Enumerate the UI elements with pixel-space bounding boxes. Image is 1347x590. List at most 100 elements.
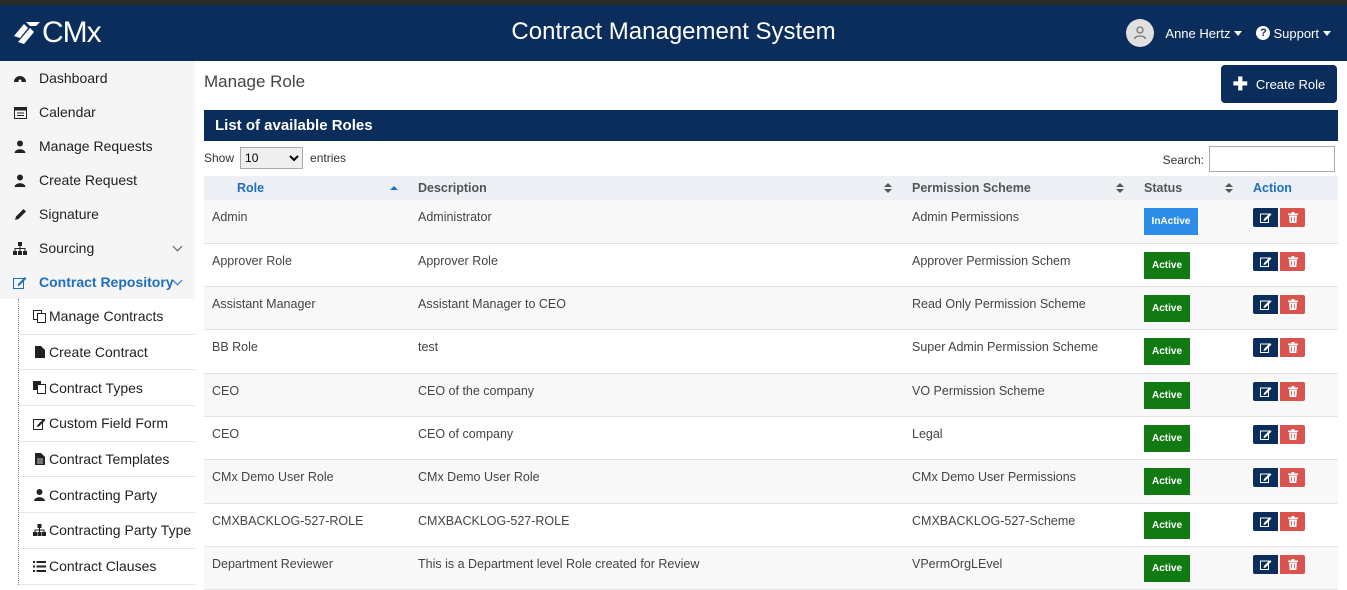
status-badge[interactable]: Active bbox=[1144, 295, 1190, 323]
edit-button[interactable] bbox=[1253, 424, 1278, 444]
row-actions bbox=[1253, 251, 1338, 271]
sidebar-item-dashboard[interactable]: Dashboard bbox=[0, 61, 195, 95]
search-control: Search: bbox=[1163, 146, 1335, 172]
role-cell: Assistant Manager bbox=[204, 286, 410, 331]
status-badge[interactable]: Active bbox=[1144, 468, 1190, 496]
delete-button[interactable] bbox=[1280, 468, 1305, 488]
table-controls: Show 10 entries Search: bbox=[204, 146, 1338, 172]
status-badge[interactable]: InActive bbox=[1144, 208, 1198, 235]
app-header: CMx Contract Management System Anne Hert… bbox=[0, 5, 1347, 61]
user-icon bbox=[1134, 26, 1147, 40]
subnav-item-label: Manage Contracts bbox=[49, 308, 164, 325]
action-cell bbox=[1245, 546, 1338, 590]
create-role-label: Create Role bbox=[1255, 76, 1326, 92]
status-badge[interactable]: Active bbox=[1144, 338, 1190, 366]
table-header-row: Role Description Permission Scheme Statu… bbox=[204, 176, 1338, 200]
permission-scheme-cell: VPermOrgLEvel bbox=[904, 546, 1136, 590]
role-cell: Department Reviewer bbox=[204, 546, 410, 590]
delete-button[interactable] bbox=[1280, 554, 1305, 574]
sidebar-item-sourcing[interactable]: Sourcing bbox=[0, 231, 195, 265]
status-cell: Active bbox=[1136, 546, 1245, 590]
column-header-label: Permission Scheme bbox=[912, 181, 1031, 195]
subnav-item-contract-templates[interactable]: Contract Templates bbox=[19, 442, 195, 478]
edit-button[interactable] bbox=[1253, 251, 1278, 271]
copy-icon bbox=[33, 381, 46, 395]
delete-button[interactable] bbox=[1280, 511, 1305, 531]
sort-icon bbox=[884, 183, 892, 193]
create-role-button[interactable]: ✚ Create Role bbox=[1221, 65, 1337, 103]
status-badge[interactable]: Active bbox=[1144, 554, 1190, 582]
status-badge[interactable]: Active bbox=[1144, 424, 1190, 452]
search-label: Search: bbox=[1162, 153, 1204, 167]
delete-button[interactable] bbox=[1280, 424, 1305, 444]
edit-button[interactable] bbox=[1253, 208, 1278, 227]
support-menu[interactable]: ? Support bbox=[1256, 26, 1331, 41]
user-menu[interactable]: Anne Hertz bbox=[1165, 26, 1243, 41]
trash-icon bbox=[1287, 255, 1298, 267]
edit-button[interactable] bbox=[1253, 468, 1278, 488]
sidebar-item-signature[interactable]: Signature bbox=[0, 197, 195, 231]
table-row: Approver Role Approver Role Approver Permi… bbox=[204, 243, 1338, 288]
avatar[interactable] bbox=[1126, 19, 1155, 47]
subnav-item-label: Contracting Party bbox=[49, 486, 158, 503]
role-cell: Admin bbox=[204, 200, 410, 244]
role-cell: CMXBACKLOG-527-ROLE bbox=[204, 503, 410, 547]
table-row: BB Role test Super Admin Permission Scheme… bbox=[204, 329, 1338, 374]
subnav-item-contract-types[interactable]: Contract Types bbox=[19, 370, 195, 407]
page-size-select[interactable]: 10 bbox=[240, 147, 304, 169]
edit-button[interactable] bbox=[1253, 554, 1278, 574]
sidebar-item-calendar[interactable]: Calendar bbox=[0, 95, 195, 129]
dashboard-icon bbox=[12, 70, 28, 86]
edit-button[interactable] bbox=[1253, 381, 1278, 401]
status-cell: Active bbox=[1136, 503, 1245, 547]
status-cell: Active bbox=[1136, 286, 1245, 331]
sidebar-item-manage-requests[interactable]: Manage Requests bbox=[0, 129, 195, 163]
delete-button[interactable] bbox=[1280, 208, 1305, 227]
column-header-action: Action bbox=[1245, 176, 1338, 200]
status-badge[interactable]: Active bbox=[1144, 381, 1190, 409]
table-body: Admin Administrator Admin Permissions InAct… bbox=[204, 200, 1338, 590]
column-header-description[interactable]: Description bbox=[410, 176, 904, 200]
delete-button[interactable] bbox=[1280, 338, 1305, 358]
subnav-item-contract-clauses[interactable]: Contract Clauses bbox=[19, 549, 195, 585]
list-icon bbox=[33, 559, 46, 573]
delete-button[interactable] bbox=[1280, 295, 1305, 315]
edit-button[interactable] bbox=[1253, 295, 1278, 315]
table-row: Admin Administrator Admin Permissions InAct… bbox=[204, 200, 1338, 244]
row-actions bbox=[1253, 381, 1338, 401]
search-input[interactable] bbox=[1209, 146, 1335, 172]
subnav-item-custom-field-form[interactable]: Custom Field Form bbox=[19, 406, 195, 442]
column-header-role[interactable]: Role bbox=[204, 176, 410, 200]
role-cell: BB Role bbox=[204, 329, 410, 374]
column-header-status[interactable]: Status bbox=[1136, 176, 1245, 200]
user-area: Anne Hertz ? Support bbox=[1126, 19, 1331, 47]
subnav-item-contracting-party-type[interactable]: Contracting Party Type bbox=[19, 513, 195, 549]
sidebar-item-label: Contract Repository bbox=[39, 274, 174, 290]
sidebar-item-label: Calendar bbox=[39, 104, 96, 120]
edit-icon bbox=[12, 274, 28, 290]
edit-button[interactable] bbox=[1253, 338, 1278, 358]
action-cell bbox=[1245, 286, 1338, 331]
sidebar-item-contract-repository[interactable]: Contract Repository bbox=[0, 265, 195, 299]
subnav-item-contracting-party[interactable]: Contracting Party bbox=[19, 477, 195, 514]
roles-table: Role Description Permission Scheme Statu… bbox=[204, 176, 1338, 590]
edit-button[interactable] bbox=[1253, 511, 1278, 531]
status-cell: InActive bbox=[1136, 200, 1245, 244]
description-cell: Assistant Manager to CEO bbox=[410, 286, 904, 331]
action-cell bbox=[1245, 243, 1338, 288]
subnav-item-manage-contracts[interactable]: Manage Contracts bbox=[19, 299, 195, 335]
subnav-item-create-contract[interactable]: Create Contract bbox=[19, 335, 195, 371]
delete-button[interactable] bbox=[1280, 381, 1305, 401]
sidebar-item-create-request[interactable]: Create Request bbox=[0, 163, 195, 197]
sidebar-item-label: Signature bbox=[39, 206, 99, 222]
status-badge[interactable]: Active bbox=[1144, 511, 1190, 539]
table-row: CEO CEO of company Legal Active bbox=[204, 416, 1338, 461]
subnav-item-label: Create Contract bbox=[49, 344, 148, 361]
trash-icon bbox=[1287, 472, 1298, 484]
delete-button[interactable] bbox=[1280, 251, 1305, 271]
copy-icon bbox=[33, 309, 46, 323]
column-header-permission-scheme[interactable]: Permission Scheme bbox=[904, 176, 1136, 200]
status-badge[interactable]: Active bbox=[1144, 251, 1190, 279]
column-header-label: Description bbox=[418, 181, 487, 195]
description-cell: CMXBACKLOG-527-ROLE bbox=[410, 503, 904, 547]
